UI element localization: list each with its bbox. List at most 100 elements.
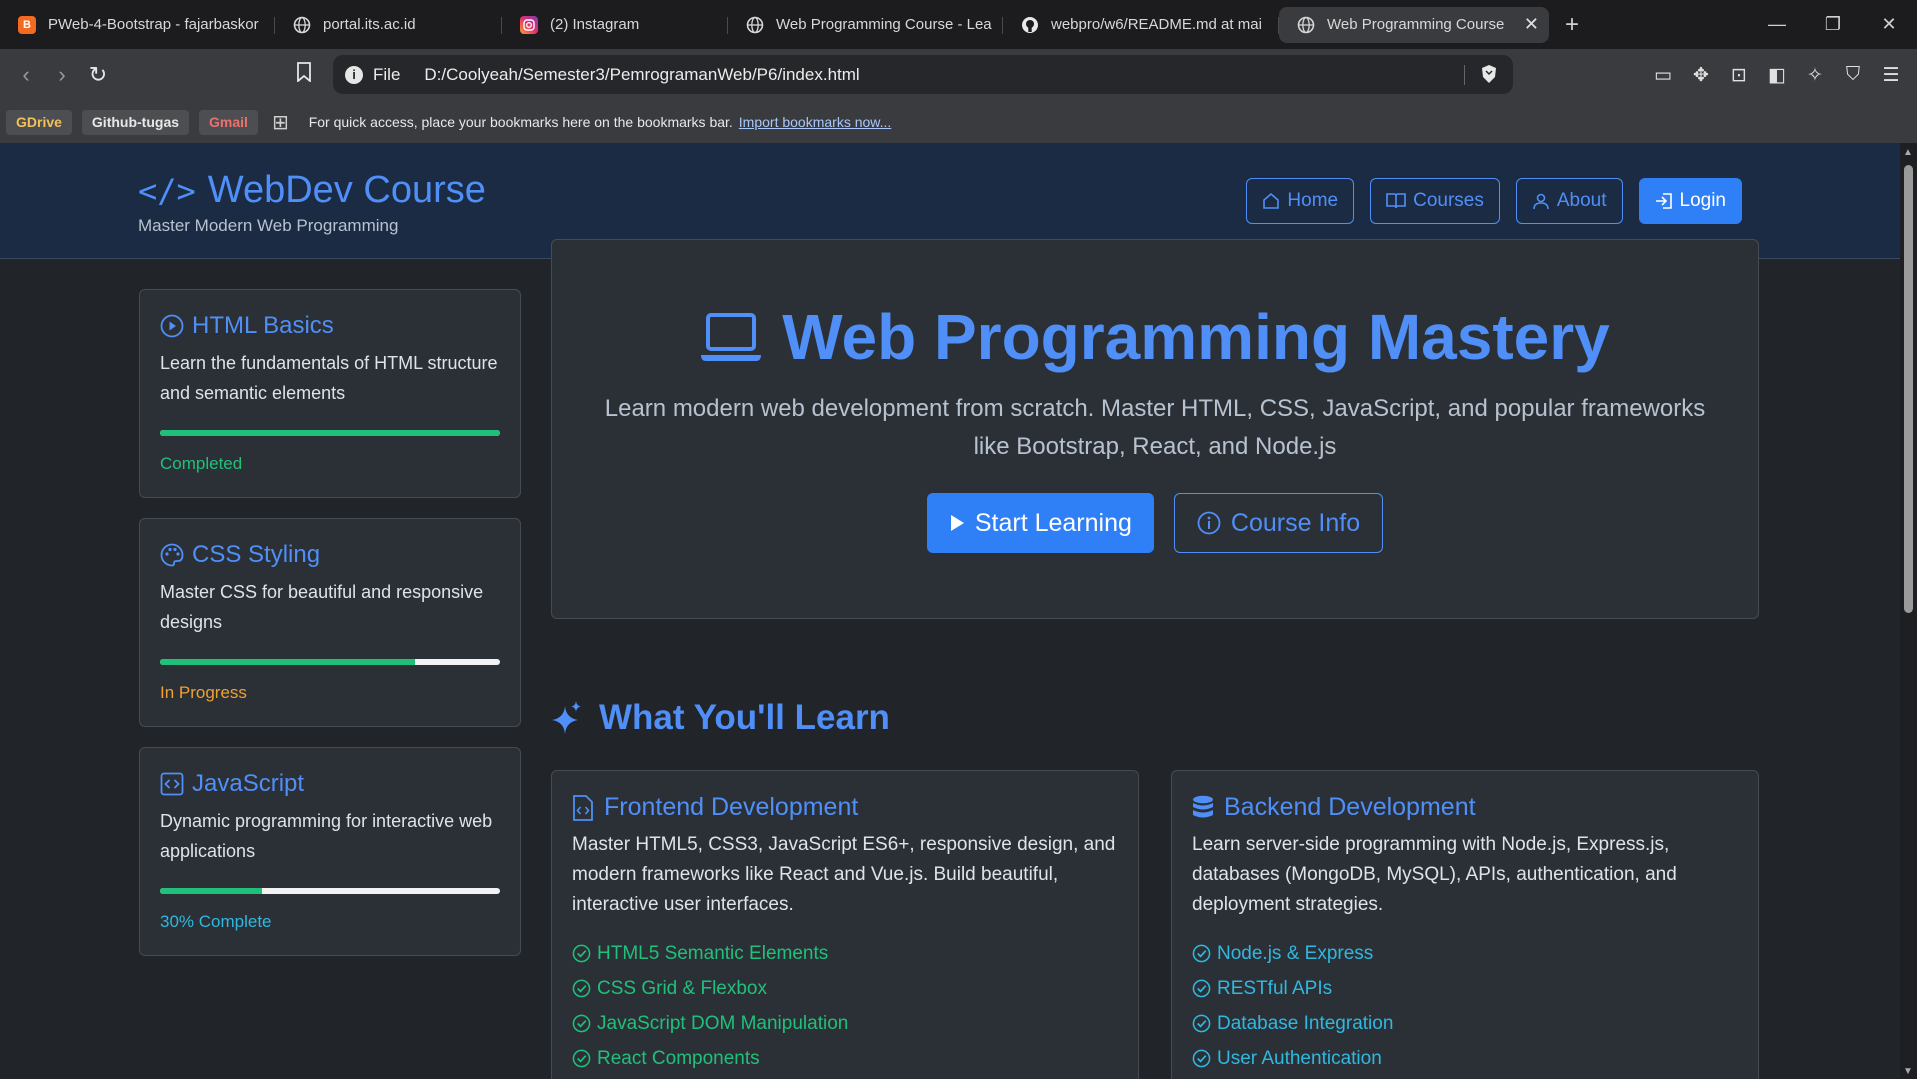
brand-title: WebDev Course: [207, 169, 486, 211]
course-status: 30% Complete: [160, 912, 272, 931]
login-icon: [1655, 193, 1672, 209]
course-description: Master CSS for beautiful and responsive …: [160, 582, 484, 632]
brand-tagline: Master Modern Web Programming: [138, 216, 399, 235]
address-bar[interactable]: i File D:/Coolyeah/Semester3/Pemrograman…: [333, 55, 1513, 94]
frontend-topics: HTML5 Semantic Elements CSS Grid & Flexb…: [572, 936, 1118, 1076]
nav-courses-label: Courses: [1413, 190, 1484, 211]
menu-icon[interactable]: ☰: [1877, 61, 1905, 89]
globe-icon: [746, 16, 764, 34]
browser-tab[interactable]: B PWeb-4-Bootstrap - fajarbaskor: [0, 7, 275, 43]
list-item: CSS Grid & Flexbox: [572, 971, 1118, 1006]
check-circle-icon: [1192, 944, 1211, 963]
course-status: In Progress: [160, 683, 247, 702]
import-bookmarks-link[interactable]: Import bookmarks now...: [739, 114, 892, 130]
bookmark-icon[interactable]: [286, 62, 322, 88]
hero-subtitle: Learn modern web development from scratc…: [604, 395, 1706, 460]
restore-icon[interactable]: ❐: [1805, 14, 1861, 35]
close-tab-icon[interactable]: ✕: [1524, 14, 1539, 35]
nav-about-button[interactable]: About: [1515, 178, 1623, 224]
globe-icon: [293, 16, 311, 34]
course-card-css[interactable]: CSS Styling Master CSS for beautiful and…: [139, 518, 521, 727]
site-info-icon[interactable]: i: [345, 65, 363, 84]
check-circle-icon: [572, 979, 591, 998]
back-icon[interactable]: ‹: [8, 62, 44, 88]
backend-card: Backend Development Learn server-side pr…: [1171, 770, 1759, 1079]
sparkles-icon: [552, 701, 581, 734]
learn-title: What You'll Learn: [599, 698, 890, 737]
nav-home-label: Home: [1287, 190, 1339, 211]
bookmark-github[interactable]: Github-tugas: [81, 109, 190, 135]
play-circle-icon: [160, 314, 184, 338]
course-description: Learn the fundamentals of HTML structure…: [160, 353, 498, 403]
brand[interactable]: </> WebDev Course Master Modern Web Prog…: [138, 169, 486, 236]
browser-tab[interactable]: portal.its.ac.id: [275, 7, 502, 43]
check-circle-icon: [572, 1014, 591, 1033]
close-window-icon[interactable]: ✕: [1861, 14, 1917, 35]
check-circle-icon: [572, 944, 591, 963]
backend-title: Backend Development: [1224, 793, 1476, 821]
browser-tab-active[interactable]: Web Programming Course ✕: [1279, 6, 1549, 43]
nav-home-button[interactable]: Home: [1246, 178, 1355, 224]
course-info-button[interactable]: Course Info: [1173, 493, 1384, 553]
apps-grid-icon[interactable]: ⊞: [272, 110, 289, 135]
frontend-title: Frontend Development: [604, 793, 859, 821]
list-item: Node.js & Express: [1192, 936, 1738, 971]
start-learning-label: Start Learning: [974, 508, 1132, 537]
media-icon[interactable]: ▭: [1649, 61, 1677, 89]
list-item: RESTful APIs: [1192, 971, 1738, 1006]
reload-icon[interactable]: ↻: [80, 62, 116, 88]
forward-icon[interactable]: ›: [44, 62, 80, 88]
book-icon: [1386, 193, 1406, 209]
bookmark-gdrive[interactable]: GDrive: [6, 109, 72, 135]
window-controls: — ❐ ✕: [1749, 0, 1917, 49]
nav-about-label: About: [1556, 190, 1607, 211]
bookmarks-hint: For quick access, place your bookmarks h…: [308, 114, 733, 130]
sidebar-icon[interactable]: ◧: [1763, 61, 1791, 89]
tab-title: portal.its.ac.id: [323, 16, 416, 33]
frontend-card: Frontend Development Master HTML5, CSS3,…: [551, 770, 1139, 1079]
globe-icon: [1297, 16, 1315, 34]
nav-login-button[interactable]: Login: [1638, 178, 1742, 224]
bookmark-gmail[interactable]: Gmail: [199, 109, 258, 135]
backend-topics: Node.js & Express RESTful APIs Database …: [1192, 936, 1738, 1076]
list-item: React Components: [572, 1041, 1118, 1076]
page-viewport: </> WebDev Course Master Modern Web Prog…: [0, 143, 1917, 1079]
laptop-icon: [701, 313, 762, 361]
new-tab-icon[interactable]: +: [1565, 11, 1579, 39]
list-item: HTML5 Semantic Elements: [572, 936, 1118, 971]
browser-tab[interactable]: webpro/w6/README.md at mai: [1003, 7, 1279, 43]
play-icon: [950, 515, 964, 531]
page-scrollbar[interactable]: ▲ ▼: [1900, 143, 1917, 1079]
instagram-icon: [520, 15, 538, 34]
reader-icon[interactable]: ⊡: [1725, 61, 1753, 89]
course-progress-bar: [160, 888, 500, 894]
course-description: Dynamic programming for interactive web …: [160, 811, 493, 861]
nav-courses-button[interactable]: Courses: [1370, 178, 1500, 224]
scroll-up-icon[interactable]: ▲: [1903, 147, 1913, 158]
course-card-javascript[interactable]: JavaScript Dynamic programming for inter…: [139, 747, 521, 956]
scheme-label: File: [373, 64, 401, 84]
start-learning-button[interactable]: Start Learning: [926, 493, 1154, 553]
learn-section-title: What You'll Learn: [551, 698, 890, 738]
scroll-down-icon[interactable]: ▼: [1903, 1066, 1913, 1077]
browser-tab[interactable]: (2) Instagram: [502, 7, 728, 43]
code-icon: </>: [138, 171, 196, 210]
blogger-icon: B: [18, 15, 36, 34]
url-text[interactable]: D:/Coolyeah/Semester3/PemrogramanWeb/P6/…: [424, 65, 859, 85]
check-circle-icon: [1192, 1014, 1211, 1033]
hero-section: Web Programming Mastery Learn modern web…: [551, 239, 1759, 619]
database-icon: [1193, 795, 1213, 817]
scrollbar-thumb[interactable]: [1904, 165, 1913, 613]
info-circle-icon: [1197, 511, 1221, 535]
vpn-icon[interactable]: ⛉: [1839, 61, 1867, 89]
brave-shield-icon[interactable]: [1479, 64, 1499, 84]
minimize-icon[interactable]: —: [1749, 14, 1805, 35]
course-card-html[interactable]: HTML Basics Learn the fundamentals of HT…: [139, 289, 521, 498]
extensions-icon[interactable]: ✥: [1687, 61, 1715, 89]
browser-toolbar: ‹ › ↻ i File D:/Coolyeah/Semester3/Pemro…: [0, 49, 1917, 101]
palette-icon: [160, 543, 184, 567]
leo-ai-icon[interactable]: ✧: [1801, 61, 1829, 89]
tab-title: Web Programming Course - Lea: [776, 16, 992, 33]
browser-tab[interactable]: Web Programming Course - Lea: [728, 7, 1003, 43]
bookmarks-bar: GDrive Github-tugas Gmail ⊞ For quick ac…: [0, 101, 1917, 143]
